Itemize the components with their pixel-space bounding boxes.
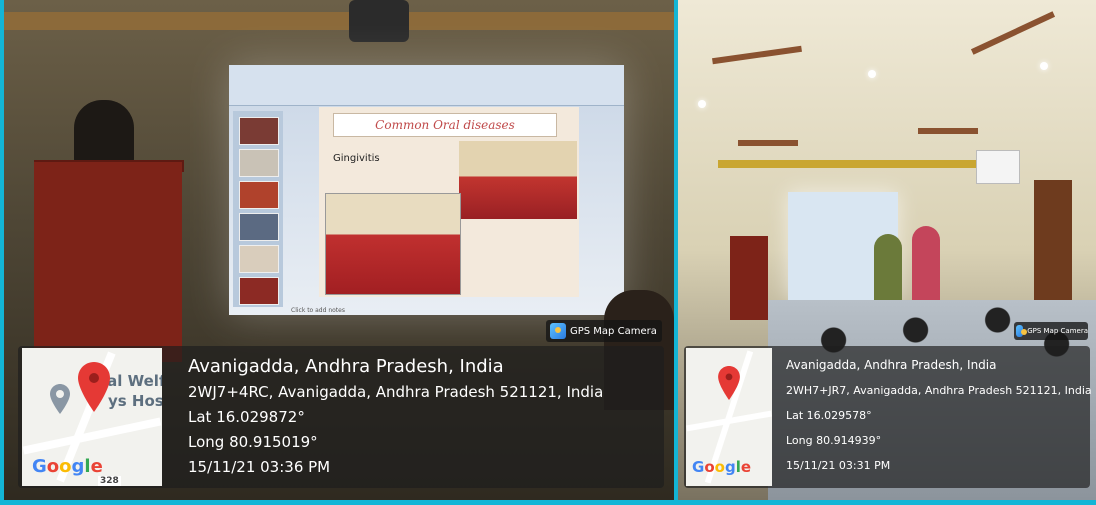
location-latitude: Lat 16.029872° bbox=[188, 408, 305, 426]
slide-subtitle: Gingivitis bbox=[333, 153, 380, 164]
ceiling-band bbox=[4, 12, 674, 30]
gps-camera-label: GPS Map Camera bbox=[1027, 327, 1088, 335]
right-photo: GPS Map Camera Google Avanigadda, Andhra… bbox=[678, 0, 1096, 500]
wall-band bbox=[718, 160, 1018, 168]
location-address: 2WH7+JR7, Avanigadda, Andhra Pradesh 521… bbox=[786, 384, 1092, 397]
projection-screen: Common Oral diseases Gingivitis Click to… bbox=[229, 65, 624, 315]
location-card: ial Welf ys Host Google 328 Avanigadda, … bbox=[18, 346, 664, 488]
location-place: Avanigadda, Andhra Pradesh, India bbox=[188, 356, 504, 377]
left-photo: Common Oral diseases Gingivitis Click to… bbox=[4, 0, 674, 500]
slide-title: Common Oral diseases bbox=[333, 113, 557, 137]
location-place: Avanigadda, Andhra Pradesh, India bbox=[786, 358, 997, 372]
map-place-label: ial Welf bbox=[102, 372, 162, 390]
location-map: Google bbox=[686, 348, 772, 486]
slide-thumbnail bbox=[239, 213, 279, 241]
presentation-toolbar bbox=[229, 65, 624, 106]
google-logo: Google bbox=[692, 458, 752, 476]
ceiling-fan bbox=[738, 140, 798, 146]
slide-thumbnails bbox=[233, 111, 283, 307]
projector bbox=[349, 0, 409, 42]
slide-thumbnail bbox=[239, 117, 279, 145]
location-card: Google Avanigadda, Andhra Pradesh, India… bbox=[684, 346, 1092, 488]
gps-camera-badge: GPS Map Camera bbox=[1014, 322, 1088, 340]
slide-thumbnail bbox=[239, 149, 279, 177]
gum-photo-closeup bbox=[459, 141, 577, 219]
location-pin-icon bbox=[78, 362, 110, 412]
map-place-label: ys Host bbox=[108, 392, 162, 410]
location-longitude: Long 80.915019° bbox=[188, 433, 318, 451]
ceiling-light bbox=[698, 100, 706, 108]
gum-photo-front bbox=[325, 193, 461, 295]
lectern bbox=[34, 162, 182, 362]
map-poi-pin-icon bbox=[50, 384, 70, 414]
speaker-silhouette bbox=[74, 100, 134, 165]
slide-thumbnail bbox=[239, 277, 279, 305]
location-longitude: Long 80.914939° bbox=[786, 434, 882, 447]
location-pin-icon bbox=[718, 366, 740, 400]
slide-thumbnail bbox=[239, 245, 279, 273]
lectern bbox=[730, 236, 768, 320]
air-conditioner bbox=[976, 150, 1020, 184]
ceiling-fan bbox=[712, 45, 802, 65]
road-number: 328 bbox=[98, 476, 121, 486]
current-slide: Common Oral diseases Gingivitis bbox=[319, 107, 579, 297]
gps-camera-icon bbox=[550, 323, 566, 339]
google-logo: Google bbox=[32, 456, 103, 477]
ceiling-light bbox=[1040, 62, 1048, 70]
door bbox=[1034, 180, 1072, 300]
ceiling-fan bbox=[970, 11, 1056, 55]
location-latitude: Lat 16.029578° bbox=[786, 409, 872, 422]
location-map: ial Welf ys Host Google 328 bbox=[22, 348, 162, 486]
map-road bbox=[22, 417, 162, 455]
location-address: 2WJ7+4RC, Avanigadda, Andhra Pradesh 521… bbox=[188, 383, 604, 401]
gps-camera-label: GPS Map Camera bbox=[570, 325, 657, 337]
location-datetime: 15/11/21 03:31 PM bbox=[786, 459, 891, 472]
ceiling-fan bbox=[918, 128, 978, 134]
gps-camera-badge: GPS Map Camera bbox=[546, 320, 662, 342]
slide-notes-placeholder: Click to add notes bbox=[291, 307, 345, 314]
gps-camera-icon bbox=[1016, 325, 1028, 337]
slide-thumbnail bbox=[239, 181, 279, 209]
ceiling-light bbox=[868, 70, 876, 78]
location-datetime: 15/11/21 03:36 PM bbox=[188, 458, 331, 476]
